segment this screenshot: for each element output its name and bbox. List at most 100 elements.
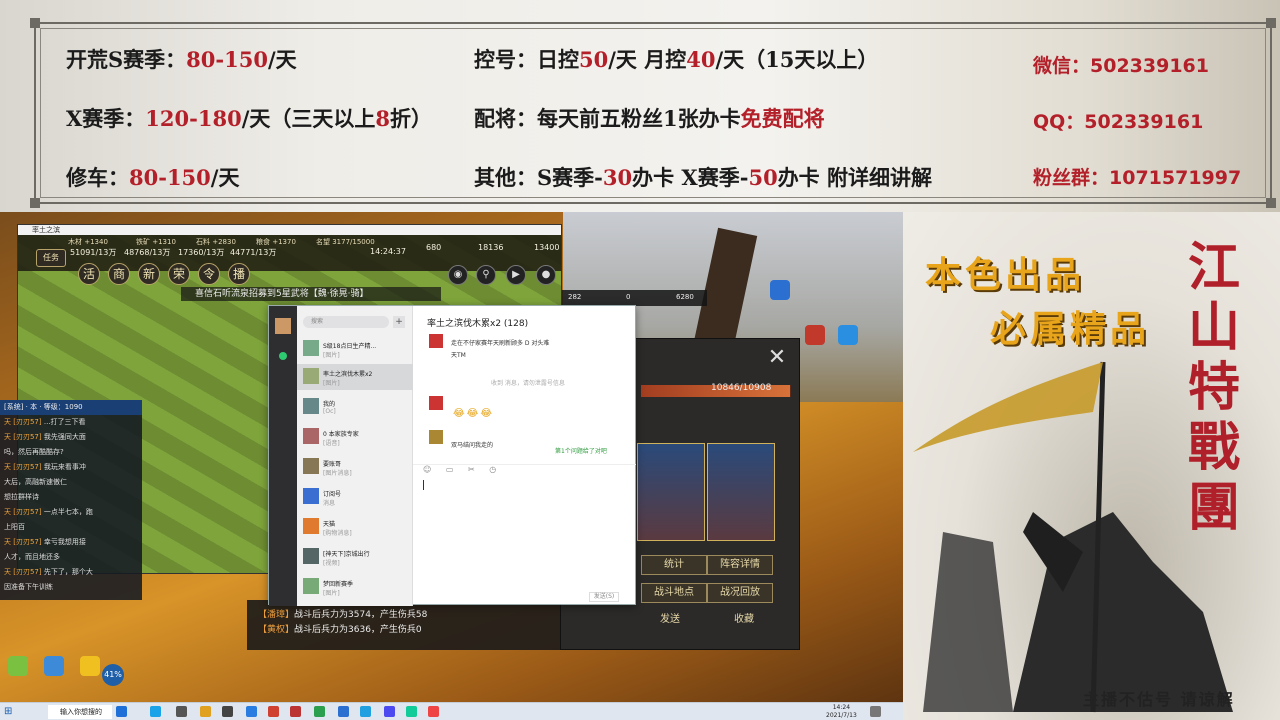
- windows-start-icon[interactable]: ⊞: [4, 706, 16, 718]
- honor-button[interactable]: 荣: [168, 263, 190, 285]
- close-icon[interactable]: ✕: [765, 347, 789, 371]
- price-unit: /天: [210, 165, 240, 190]
- recruit-announcement: 喜信石听流泉招募到5星武将【魏·徐晃·骑】: [181, 287, 441, 301]
- top-number-1: 680: [426, 243, 442, 252]
- notification-icon[interactable]: [870, 706, 881, 717]
- browser-icon[interactable]: [338, 706, 349, 717]
- chat-title: 率土之滨伐木累x2 (128): [427, 319, 529, 329]
- qq-icon[interactable]: [246, 706, 257, 717]
- qq-chat-window[interactable]: 搜索 + S级18点日生产精... [图片] 率土之滨伐木累x2 [图片] 我的 [O…: [268, 305, 636, 606]
- game-center-icon[interactable]: [80, 656, 100, 676]
- fans-group-contact: 粉丝群：1071571997: [1033, 167, 1242, 189]
- taskbar-search-input[interactable]: 输入你想搜的: [48, 705, 112, 719]
- frame-corner: [30, 198, 40, 208]
- conversation-item[interactable]: 订阅号 消息: [297, 484, 413, 510]
- stats-button[interactable]: 统计: [641, 555, 707, 575]
- price-label: 修车：: [66, 165, 129, 190]
- game-chat-panel[interactable]: [系统] · 本 · 等级：1090 天 [刃刃57] ...打了三下看 天 […: [0, 400, 142, 600]
- conversation-item[interactable]: [神天下]京城出行 [视频]: [297, 544, 413, 570]
- chat-message: 人才，而且地还多: [4, 553, 60, 561]
- eye-icon[interactable]: ◉: [448, 265, 468, 285]
- recycle-icon[interactable]: [44, 656, 64, 676]
- chat-message: 吗，然后再酷酷存?: [4, 448, 64, 456]
- lzzb-icon[interactable]: [805, 325, 825, 345]
- conversation-item[interactable]: 天猫 [购物消息]: [297, 514, 413, 540]
- chat-nav-icon[interactable]: [279, 352, 287, 360]
- second-number-3: 6280: [676, 293, 694, 301]
- play-icon[interactable]: ▶: [506, 265, 526, 285]
- kugou-icon[interactable]: [838, 325, 858, 345]
- lzzb-taskbar-icon[interactable]: [290, 706, 301, 717]
- resource-iron: 铁矿 +1310: [136, 238, 176, 246]
- kugou-taskbar-icon[interactable]: [360, 706, 371, 717]
- chat-message: 天 [刃刃57] 幸亏我想用接: [4, 538, 86, 546]
- wegame-icon[interactable]: [770, 280, 790, 300]
- search-icon[interactable]: ⚲: [476, 265, 496, 285]
- grain-value: 44771/13万: [230, 248, 277, 257]
- conversation-item[interactable]: 我的 [Oc]: [297, 394, 413, 420]
- resource-fame: 名望 3177/15000: [316, 238, 375, 246]
- share-button[interactable]: 发送: [637, 611, 703, 631]
- avatar[interactable]: [275, 318, 291, 334]
- conversation-item[interactable]: 率土之滨伐木累x2 [图片]: [297, 364, 413, 390]
- season-s-price: 开荒S赛季：80-150/天: [66, 44, 297, 74]
- windows-taskbar: ⊞ 输入你想搜的 14:24 2021/7/13: [0, 702, 903, 720]
- frame-corner: [30, 18, 40, 28]
- task-button[interactable]: 任务: [36, 249, 66, 267]
- offer-label: 配将：每天前五粉丝1张办卡: [474, 106, 741, 131]
- conversation-list[interactable]: 搜索 + S级18点日生产精... [图片] 率土之滨伐木累x2 [图片] 我的 [O…: [297, 306, 413, 606]
- search-input[interactable]: 搜索: [303, 316, 389, 328]
- conversation-item[interactable]: S级18点日生产精... [图片]: [297, 336, 413, 362]
- new-message-tip[interactable]: 第1个问题给了对吧: [555, 446, 607, 455]
- frame-corner: [1266, 18, 1276, 28]
- favorite-button[interactable]: 收藏: [711, 611, 777, 631]
- activity-button[interactable]: 活: [78, 263, 100, 285]
- task-view-icon[interactable]: [176, 706, 187, 717]
- troop-count: 10846/10908: [711, 383, 772, 393]
- resource-wood: 木材 +1340: [68, 238, 108, 246]
- broadcast-button[interactable]: 播: [228, 263, 250, 285]
- chat-message: 天 [刃刃57] 一点半七本，跑: [4, 508, 93, 516]
- order-button[interactable]: 令: [198, 263, 220, 285]
- price-value: 80-150: [129, 165, 211, 190]
- chat-message: 上阳百: [4, 523, 25, 531]
- system-clock[interactable]: 14:24 2021/7/13: [826, 704, 857, 720]
- wechat-icon[interactable]: [314, 706, 325, 717]
- battle-location-button[interactable]: 战斗地点: [641, 583, 707, 603]
- add-icon[interactable]: +: [393, 316, 405, 328]
- chat-toolbar[interactable]: ☺ ▭ ✂ ◷: [413, 464, 636, 476]
- app-icon[interactable]: [406, 706, 417, 717]
- conversation-item[interactable]: 要账哥 [图片消息]: [297, 454, 413, 480]
- price-value: 50: [748, 165, 778, 190]
- folder-icon[interactable]: [200, 706, 211, 717]
- location-pin-icon[interactable]: ●: [536, 265, 556, 285]
- new-button[interactable]: 新: [138, 263, 160, 285]
- price-unit: 折）: [389, 106, 432, 131]
- lineup-detail-button[interactable]: 阵容详情: [707, 555, 773, 575]
- slogan-line-1: 本色出品: [925, 254, 1086, 296]
- app-icon[interactable]: [428, 706, 439, 717]
- edge-icon[interactable]: [150, 706, 161, 717]
- qq-nav-bar[interactable]: [269, 306, 297, 606]
- game-window-2-bar: 282 0 6280: [562, 290, 707, 306]
- conversation-item[interactable]: 0 本家族专家 [语音]: [297, 424, 413, 450]
- game-icon[interactable]: [268, 706, 279, 717]
- price-label: 开荒S赛季：: [66, 47, 187, 72]
- discount-value: 8: [375, 106, 390, 131]
- general-card[interactable]: [707, 443, 775, 541]
- store-icon[interactable]: [222, 706, 233, 717]
- chat-message: 天 [刃刃57] ...打了三下看: [4, 418, 86, 426]
- iqiyi-icon[interactable]: [8, 656, 28, 676]
- general-card[interactable]: [637, 443, 705, 541]
- avatar: [429, 334, 443, 348]
- baidu-icon[interactable]: [116, 706, 127, 717]
- shop-button[interactable]: 商: [108, 263, 130, 285]
- price-unit: /天: [267, 47, 297, 72]
- send-button[interactable]: 发送(S): [589, 592, 619, 602]
- network-monitor-icon[interactable]: 41%: [102, 664, 124, 686]
- message-input[interactable]: [413, 478, 636, 588]
- battle-replay-button[interactable]: 战况回放: [707, 583, 773, 603]
- obs-icon[interactable]: [384, 706, 395, 717]
- conversation-item[interactable]: 梦回新赛季 [图片]: [297, 574, 413, 600]
- battle-log-line: 【黄权】战斗后兵力为3636，产生伤兵0: [258, 625, 422, 635]
